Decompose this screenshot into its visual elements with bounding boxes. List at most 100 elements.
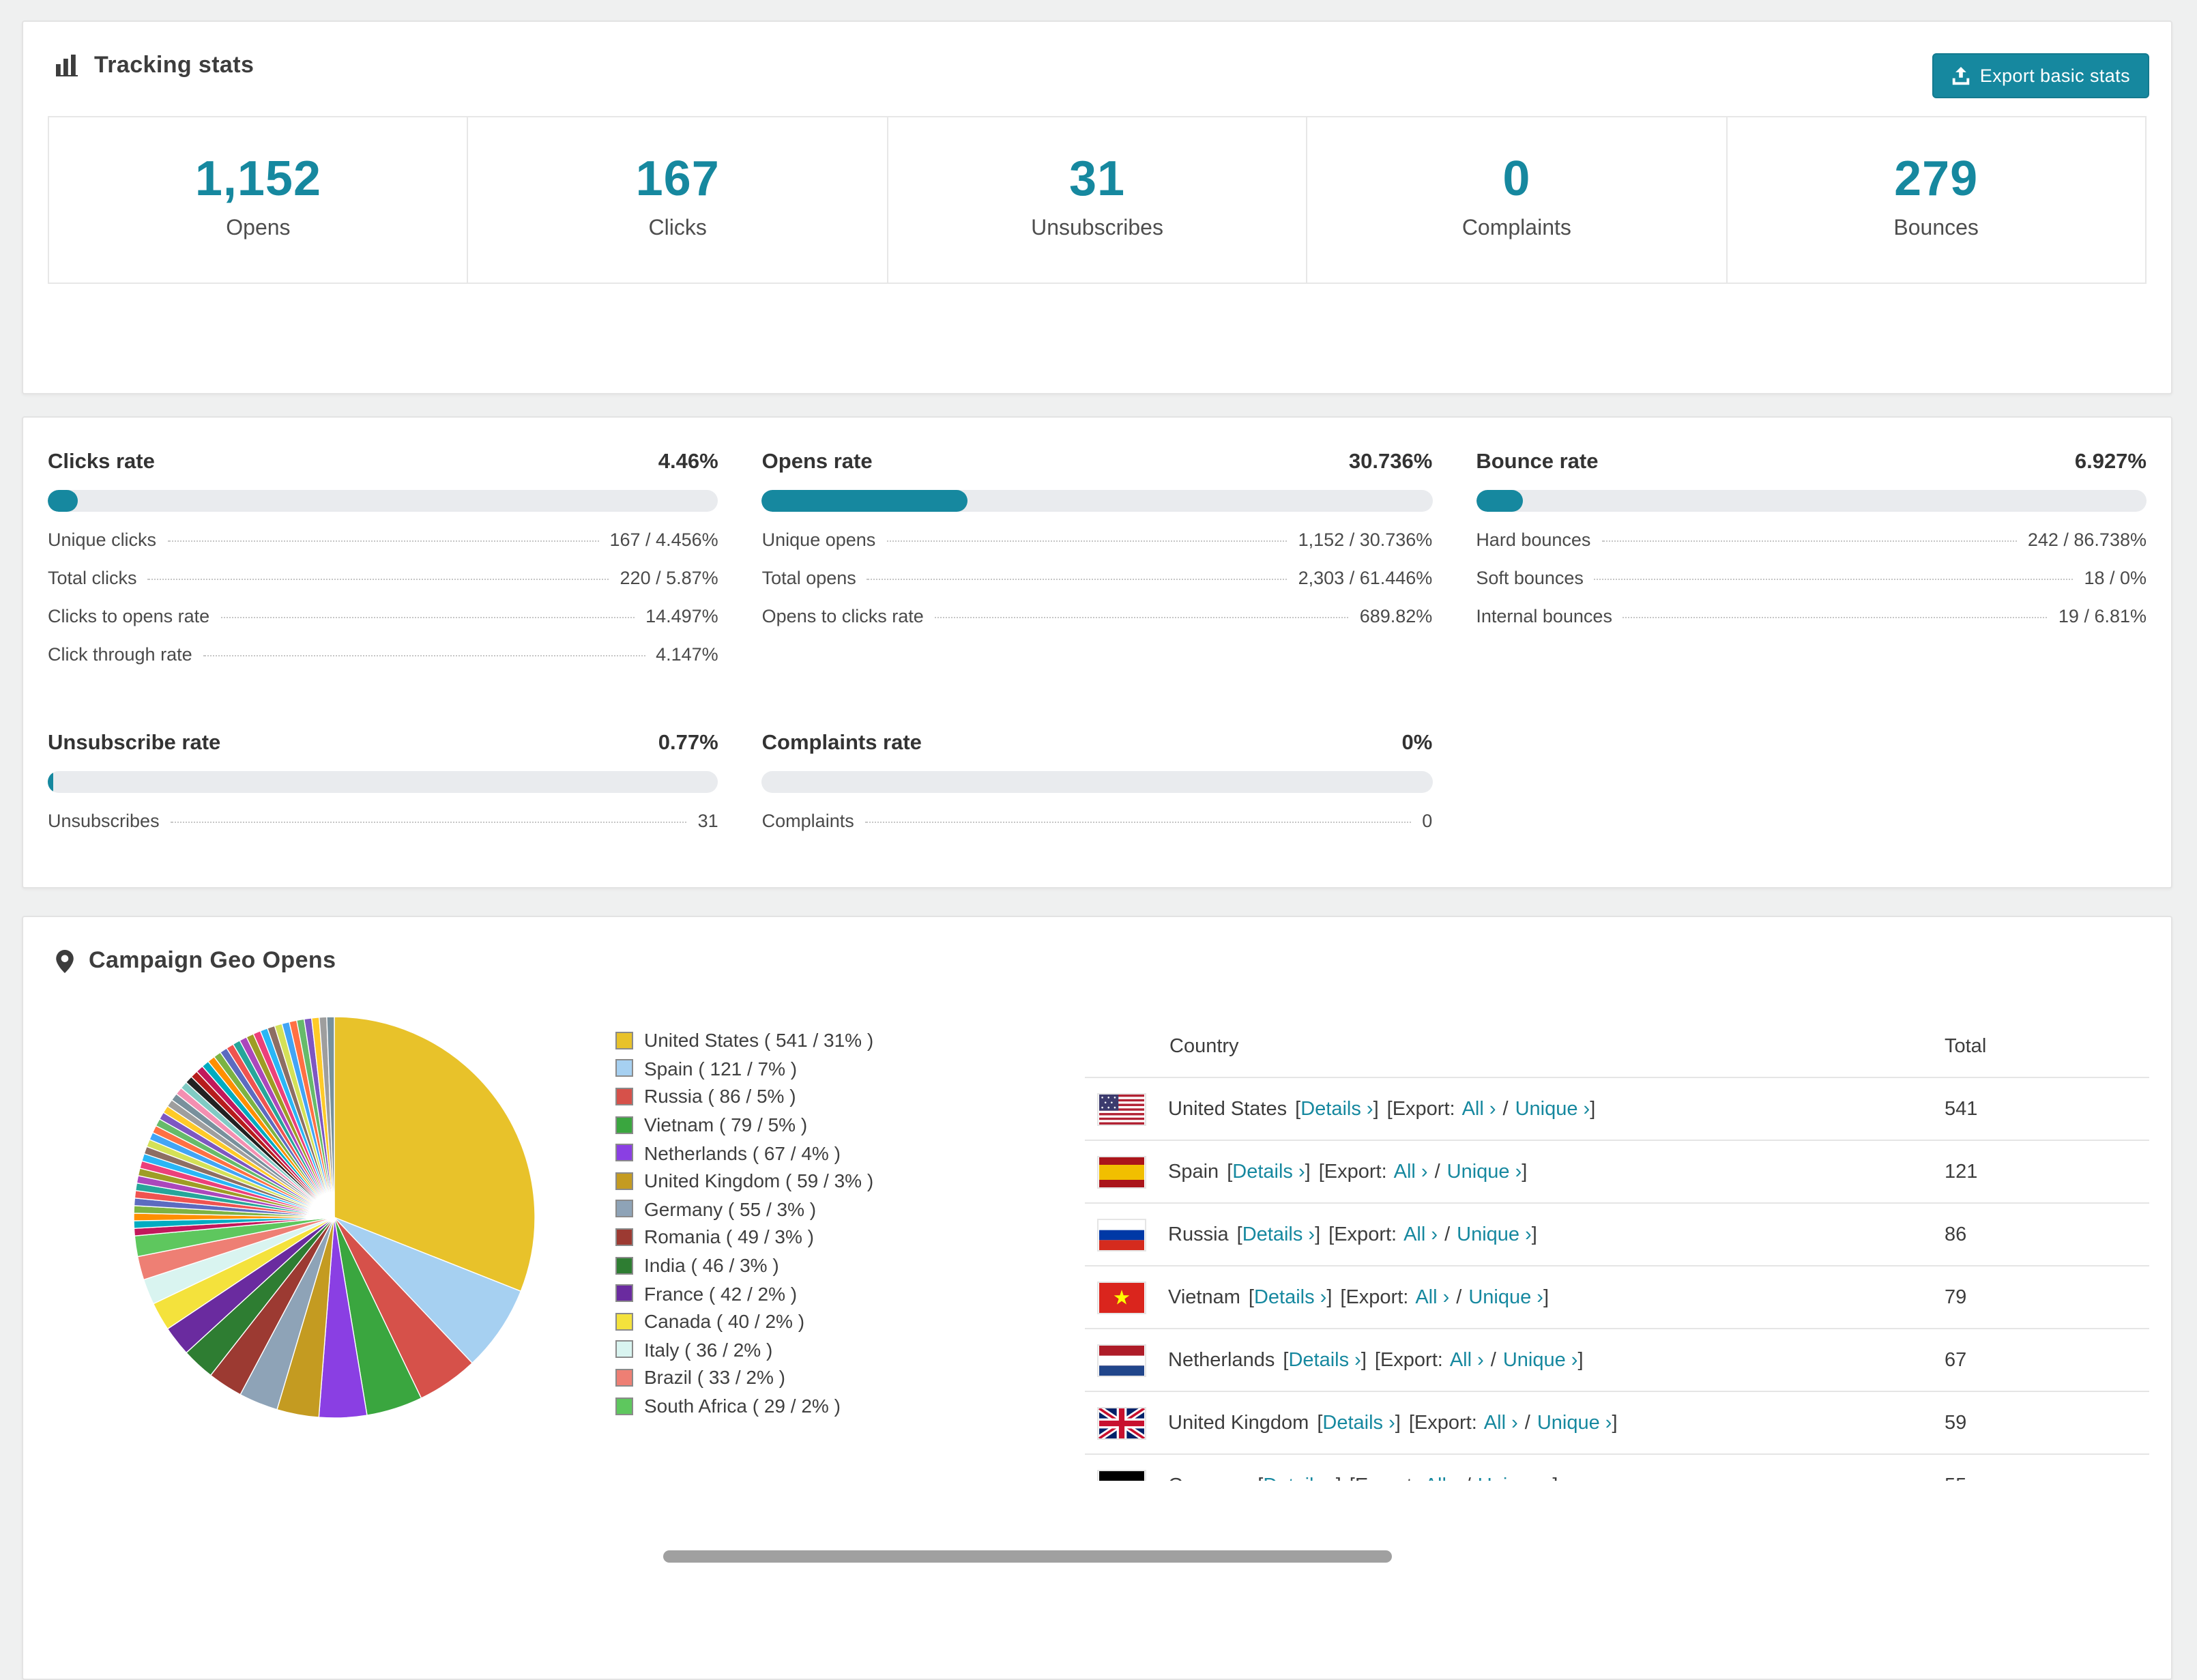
- legend-label: South Africa ( 29 / 2% ): [644, 1395, 841, 1417]
- export-unique-link[interactable]: Unique ›: [1537, 1412, 1612, 1434]
- stat-row-label: Hard bounces: [1476, 530, 1590, 550]
- legend-swatch: [615, 1341, 633, 1359]
- bracket: [: [1257, 1475, 1263, 1481]
- legend-item-vietnam[interactable]: Vietnam ( 79 / 5% ): [615, 1111, 873, 1139]
- country-name: Netherlands: [1168, 1349, 1275, 1371]
- bracket: [: [1319, 1161, 1324, 1183]
- stat-row: Unique opens1,152 / 30.736%: [762, 530, 1433, 568]
- progress-bar: [1476, 490, 2147, 512]
- geo-opens-card: Campaign Geo Opens United States ( 541 /…: [22, 916, 2172, 1680]
- export-unique-link[interactable]: Unique ›: [1478, 1475, 1553, 1481]
- legend-swatch: [615, 1116, 633, 1133]
- table-row-netherlands: Netherlands[Details ›][Export:All ›/Uniq…: [1085, 1329, 2149, 1392]
- export-all-link[interactable]: All ›: [1403, 1223, 1438, 1245]
- legend-item-netherlands[interactable]: Netherlands ( 67 / 4% ): [615, 1139, 873, 1167]
- stat-row-label: Complaints: [762, 811, 854, 831]
- dotted-leader: [1623, 617, 2048, 618]
- rate-value: 30.736%: [1349, 450, 1432, 475]
- stat-row: Click through rate4.147%: [48, 644, 718, 682]
- details-link[interactable]: Details ›: [1288, 1349, 1361, 1371]
- dotted-leader: [886, 540, 1287, 542]
- stat-row: Unsubscribes31: [48, 811, 718, 849]
- rate-title: Unsubscribe rate: [48, 732, 220, 756]
- legend-item-canada[interactable]: Canada ( 40 / 2% ): [615, 1307, 873, 1335]
- bracket: ]: [1361, 1349, 1367, 1371]
- table-row-russia: Russia[Details ›][Export:All ›/Unique ›]…: [1085, 1204, 2149, 1266]
- stat-row-value: 1,152 / 30.736%: [1298, 530, 1433, 550]
- legend-swatch: [615, 1032, 633, 1049]
- details-link[interactable]: Details ›: [1300, 1098, 1373, 1120]
- legend-swatch: [615, 1200, 633, 1218]
- export-all-link[interactable]: All ›: [1415, 1286, 1449, 1308]
- legend-item-india[interactable]: India ( 46 / 3% ): [615, 1251, 873, 1279]
- stat-row-value: 31: [698, 811, 718, 831]
- stat-row-label: Soft bounces: [1476, 568, 1584, 588]
- rate-value: 6.927%: [2075, 450, 2147, 475]
- export-all-link[interactable]: All ›: [1462, 1098, 1496, 1120]
- legend-item-romania[interactable]: Romania ( 49 / 3% ): [615, 1223, 873, 1251]
- export-unique-link[interactable]: Unique ›: [1515, 1098, 1590, 1120]
- legend-item-south-africa[interactable]: South Africa ( 29 / 2% ): [615, 1391, 873, 1419]
- horizontal-scrollbar-thumb[interactable]: [663, 1550, 1392, 1563]
- stat-value: 31: [888, 154, 1307, 203]
- legend-item-united-kingdom[interactable]: United Kingdom ( 59 / 3% ): [615, 1167, 873, 1195]
- export-unique-link[interactable]: Unique ›: [1457, 1223, 1532, 1245]
- flag-icon-vn: [1098, 1282, 1145, 1312]
- legend-swatch: [615, 1060, 633, 1077]
- export-label: Export:: [1355, 1475, 1418, 1481]
- bracket: [: [1387, 1098, 1393, 1120]
- rate-title: Clicks rate: [48, 450, 155, 475]
- stat-row-label: Clicks to opens rate: [48, 606, 209, 626]
- stat-label: Complaints: [1307, 217, 1726, 242]
- details-link[interactable]: Details ›: [1263, 1475, 1335, 1481]
- stat-row: Total opens 2,303 / 61.446%: [762, 568, 1433, 606]
- export-basic-stats-button[interactable]: Export basic stats: [1932, 53, 2149, 98]
- country-name: Spain: [1168, 1161, 1219, 1183]
- details-link[interactable]: Details ›: [1242, 1223, 1315, 1245]
- bracket: [: [1227, 1161, 1232, 1183]
- bracket: [: [1283, 1349, 1288, 1371]
- export-unique-link[interactable]: Unique ›: [1503, 1349, 1578, 1371]
- export-label: Export:: [1334, 1223, 1397, 1245]
- legend-swatch: [615, 1172, 633, 1190]
- legend-item-spain[interactable]: Spain ( 121 / 7% ): [615, 1054, 873, 1082]
- legend-swatch: [615, 1369, 633, 1387]
- rate-value: 0%: [1402, 732, 1433, 756]
- legend-item-france[interactable]: France ( 42 / 2% ): [615, 1279, 873, 1307]
- export-unique-link[interactable]: Unique ›: [1447, 1161, 1522, 1183]
- stat-row-value: 242 / 86.738%: [2028, 530, 2147, 550]
- stat-row-label: Total opens: [762, 568, 856, 588]
- legend-swatch: [615, 1256, 633, 1274]
- stat-value: 167: [469, 154, 887, 203]
- dotted-leader: [171, 822, 687, 823]
- summary-stats-row: 1,152Opens167Clicks31Unsubscribes0Compla…: [48, 116, 2147, 284]
- dotted-leader: [1595, 579, 2074, 580]
- stat-row: Complaints0: [762, 811, 1433, 849]
- legend-item-russia[interactable]: Russia ( 86 / 5% ): [615, 1082, 873, 1110]
- legend-item-italy[interactable]: Italy ( 36 / 2% ): [615, 1335, 873, 1363]
- stat-row-value: 220 / 5.87%: [620, 568, 718, 588]
- progress-fill: [48, 490, 78, 512]
- rate-title: Opens rate: [762, 450, 873, 475]
- export-all-link[interactable]: All ›: [1484, 1412, 1518, 1434]
- details-link[interactable]: Details ›: [1254, 1286, 1326, 1308]
- legend-swatch: [615, 1284, 633, 1302]
- stat-row: Soft bounces18 / 0%: [1476, 568, 2147, 606]
- export-unique-link[interactable]: Unique ›: [1468, 1286, 1543, 1308]
- legend-label: Netherlands ( 67 / 4% ): [644, 1142, 841, 1163]
- slash: /: [1525, 1412, 1530, 1434]
- bracket: ]: [1315, 1223, 1320, 1245]
- table-row-united-kingdom: United Kingdom[Details ›][Export:All ›/U…: [1085, 1392, 2149, 1455]
- stat-row-label: Internal bounces: [1476, 606, 1612, 626]
- details-link[interactable]: Details ›: [1322, 1412, 1395, 1434]
- legend-item-brazil[interactable]: Brazil ( 33 / 2% ): [615, 1363, 873, 1391]
- export-all-link[interactable]: All ›: [1425, 1475, 1459, 1481]
- tracking-stats-card: Tracking stats Export basic stats 1,152O…: [22, 20, 2172, 394]
- details-link[interactable]: Details ›: [1232, 1161, 1305, 1183]
- stat-row-value: 2,303 / 61.446%: [1298, 568, 1433, 588]
- country-name: United States: [1168, 1098, 1287, 1120]
- export-all-link[interactable]: All ›: [1394, 1161, 1428, 1183]
- legend-item-united-states[interactable]: United States ( 541 / 31% ): [615, 1026, 873, 1054]
- export-all-link[interactable]: All ›: [1450, 1349, 1484, 1371]
- legend-item-germany[interactable]: Germany ( 55 / 3% ): [615, 1195, 873, 1223]
